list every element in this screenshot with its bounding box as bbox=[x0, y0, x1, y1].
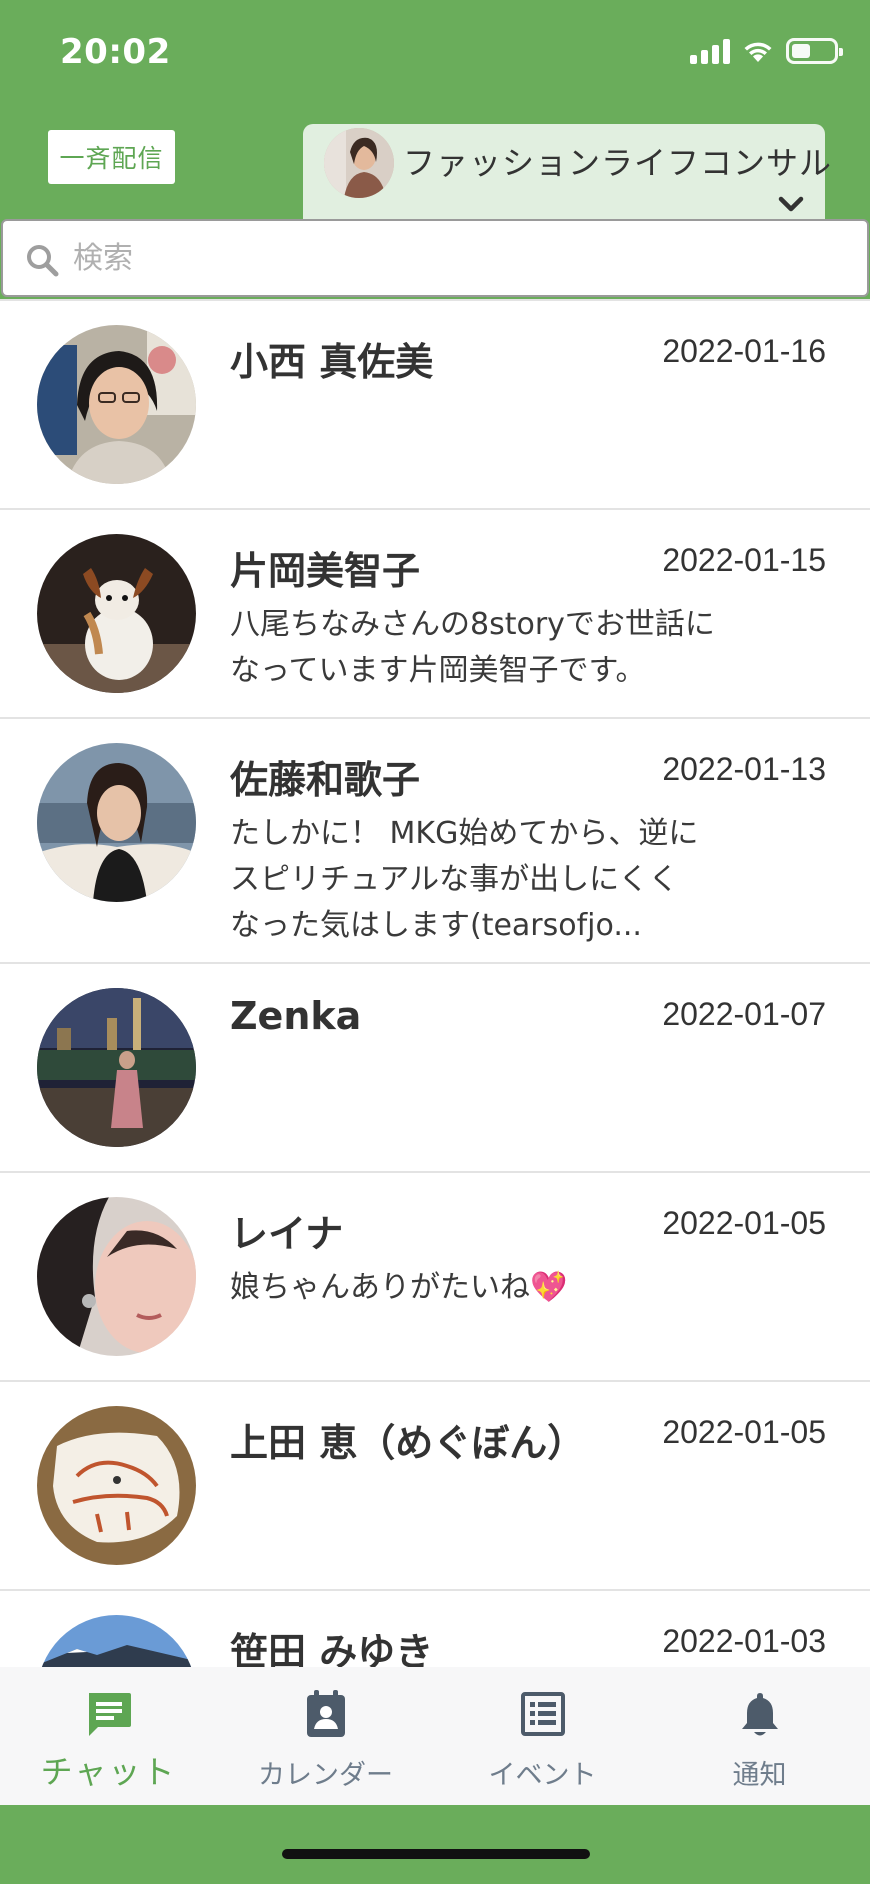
search-icon bbox=[27, 245, 59, 277]
contact-name: 小西 真佐美 bbox=[230, 340, 434, 384]
chat-row[interactable]: 小西 真佐美 2022-01-16 bbox=[0, 299, 870, 508]
message-date: 2022-01-05 bbox=[662, 1205, 826, 1241]
message-date: 2022-01-03 bbox=[662, 1623, 826, 1659]
bell-icon bbox=[741, 1693, 778, 1736]
wifi-icon bbox=[744, 42, 772, 62]
chat-row[interactable]: 片岡美智子 2022-01-15 八尾ちなみさんの8storyでお世話に なって… bbox=[0, 508, 870, 717]
contact-avatar bbox=[37, 1406, 196, 1565]
message-date: 2022-01-07 bbox=[662, 996, 826, 1032]
tab-bar: チャット カレンダー イベント 通知 bbox=[0, 1667, 870, 1805]
tab-calendar[interactable]: カレンダー bbox=[217, 1667, 434, 1805]
broadcast-button[interactable]: 一斉配信 bbox=[48, 130, 175, 184]
status-icons bbox=[690, 38, 843, 64]
tab-label: チャット bbox=[40, 1753, 177, 1791]
contact-name: 佐藤和歌子 bbox=[230, 758, 421, 802]
tab-chat[interactable]: チャット bbox=[0, 1667, 217, 1805]
contact-avatar bbox=[37, 534, 196, 693]
chat-row[interactable]: 上田 恵（めぐぼん） 2022-01-05 bbox=[0, 1380, 870, 1589]
contact-avatar bbox=[37, 743, 196, 902]
message-preview: 娘ちゃんありがたいね💖 bbox=[230, 1270, 568, 1305]
chat-row[interactable]: 佐藤和歌子 2022-01-13 たしかに！ MKG始めてから、逆に スピリチュ… bbox=[0, 717, 870, 962]
account-selector[interactable]: ファッションライフコンサル bbox=[303, 124, 831, 226]
contact-avatar bbox=[37, 325, 196, 484]
search-box[interactable] bbox=[1, 219, 869, 297]
event-list-icon bbox=[520, 1692, 565, 1736]
status-bar: 20:02 bbox=[0, 0, 870, 110]
chat-row[interactable]: レイナ 2022-01-05 娘ちゃんありがたいね💖 bbox=[0, 1171, 870, 1380]
home-indicator[interactable] bbox=[282, 1849, 590, 1859]
message-date: 2022-01-05 bbox=[662, 1414, 826, 1450]
contact-name: レイナ bbox=[230, 1212, 344, 1256]
chat-row[interactable]: 笹田 みゆき 2022-01-03 bbox=[0, 1589, 870, 1667]
contact-name: 片岡美智子 bbox=[230, 549, 421, 593]
message-preview: たしかに！ MKG始めてから、逆に スピリチュアルな事が出しにくく なった気はし… bbox=[230, 816, 699, 943]
message-date: 2022-01-13 bbox=[662, 751, 826, 787]
tab-label: 通知 bbox=[732, 1760, 787, 1791]
contact-avatar bbox=[37, 1197, 196, 1356]
tab-label: カレンダー bbox=[258, 1760, 393, 1791]
contact-name: 上田 恵（めぐぼん） bbox=[230, 1421, 586, 1465]
chat-list: 小西 真佐美 2022-01-16 片岡美智子 2022-01-15 八尾ちなみ… bbox=[0, 299, 870, 1667]
cellular-signal-icon bbox=[690, 38, 730, 64]
contact-avatar bbox=[37, 988, 196, 1147]
account-avatar bbox=[324, 128, 394, 198]
contact-avatar bbox=[37, 1615, 196, 1667]
battery-icon bbox=[786, 38, 843, 64]
chat-row[interactable]: Zenka 2022-01-07 bbox=[0, 962, 870, 1171]
tab-events[interactable]: イベント bbox=[434, 1667, 651, 1805]
tab-label: イベント bbox=[488, 1760, 597, 1791]
message-date: 2022-01-15 bbox=[662, 542, 826, 578]
chat-icon bbox=[88, 1693, 131, 1736]
search-input[interactable] bbox=[73, 233, 833, 283]
account-name: ファッションライフコンサル bbox=[403, 144, 833, 182]
contact-name: 笹田 みゆき bbox=[230, 1630, 434, 1667]
calendar-contact-icon bbox=[306, 1690, 345, 1737]
tab-notifications[interactable]: 通知 bbox=[651, 1667, 868, 1805]
contact-name: Zenka bbox=[230, 994, 362, 1038]
status-time: 20:02 bbox=[60, 32, 171, 72]
home-area bbox=[0, 1805, 870, 1884]
chevron-down-icon bbox=[778, 196, 804, 212]
message-date: 2022-01-16 bbox=[662, 333, 826, 369]
message-preview: 八尾ちなみさんの8storyでお世話に なっています片岡美智子です。 bbox=[230, 607, 715, 688]
